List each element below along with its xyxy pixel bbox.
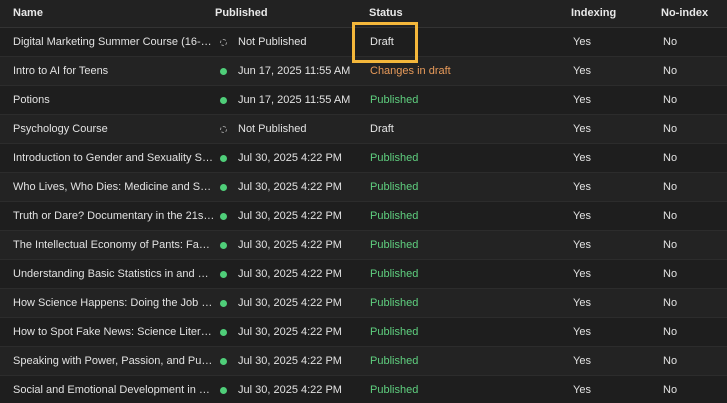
- row-noindex: No: [663, 36, 678, 48]
- publish-status-dot-icon: [220, 387, 227, 394]
- row-published: Jul 30, 2025 4:22 PM: [238, 326, 342, 338]
- table-row[interactable]: How Science Happens: Doing the Job of a …: [0, 289, 727, 318]
- table-row[interactable]: Psychology Course Not Published Draft Ye…: [0, 115, 727, 144]
- publish-status-dot-icon: [220, 300, 227, 307]
- publish-status-dot-icon: [220, 126, 227, 133]
- publish-status-dot-icon: [220, 39, 227, 46]
- row-name[interactable]: Understanding Basic Statistics in and Ou…: [13, 268, 215, 280]
- row-status: Draft: [370, 36, 394, 48]
- row-name[interactable]: Speaking with Power, Passion, and Purpos…: [13, 355, 215, 367]
- row-indexing: Yes: [573, 94, 591, 106]
- row-noindex: No: [663, 355, 678, 367]
- row-noindex: No: [663, 268, 678, 280]
- row-noindex: No: [663, 384, 678, 396]
- row-status: Published: [370, 152, 419, 164]
- row-name[interactable]: Who Lives, Who Dies: Medicine and Societ…: [13, 181, 215, 193]
- row-published: Not Published: [238, 123, 307, 135]
- row-status: Published: [370, 181, 419, 193]
- table-row[interactable]: Truth or Dare? Documentary in the 21st C…: [0, 202, 727, 231]
- row-indexing: Yes: [573, 239, 591, 251]
- publish-status-dot-icon: [220, 242, 227, 249]
- row-name[interactable]: Intro to AI for Teens: [13, 65, 215, 77]
- publish-status-dot-icon: [220, 68, 227, 75]
- publish-status-dot-icon: [220, 97, 227, 104]
- row-indexing: Yes: [573, 36, 591, 48]
- row-name[interactable]: How Science Happens: Doing the Job of a …: [13, 297, 215, 309]
- row-indexing: Yes: [573, 268, 591, 280]
- row-published: Jul 30, 2025 4:22 PM: [238, 152, 342, 164]
- row-indexing: Yes: [573, 355, 591, 367]
- column-header-name[interactable]: Name: [13, 7, 43, 19]
- row-published: Jul 30, 2025 4:22 PM: [238, 239, 342, 251]
- table-row[interactable]: Introduction to Gender and Sexuality Stu…: [0, 144, 727, 173]
- row-status: Published: [370, 384, 419, 396]
- publish-status-dot-icon: [220, 329, 227, 336]
- publish-status-dot-icon: [220, 184, 227, 191]
- row-indexing: Yes: [573, 326, 591, 338]
- row-status: Changes in draft: [370, 65, 451, 77]
- row-name[interactable]: Potions: [13, 94, 215, 106]
- row-indexing: Yes: [573, 210, 591, 222]
- row-published: Jul 30, 2025 4:22 PM: [238, 384, 342, 396]
- row-published: Jul 30, 2025 4:22 PM: [238, 210, 342, 222]
- row-published: Jul 30, 2025 4:22 PM: [238, 297, 342, 309]
- row-name[interactable]: Truth or Dare? Documentary in the 21st C…: [13, 210, 215, 222]
- row-noindex: No: [663, 152, 678, 164]
- column-header-status[interactable]: Status: [369, 7, 403, 19]
- row-status: Published: [370, 239, 419, 251]
- table-row[interactable]: Understanding Basic Statistics in and Ou…: [0, 260, 727, 289]
- row-status: Published: [370, 355, 419, 367]
- table-row[interactable]: Social and Emotional Development in Chil…: [0, 376, 727, 403]
- row-indexing: Yes: [573, 181, 591, 193]
- row-indexing: Yes: [573, 297, 591, 309]
- publish-status-dot-icon: [220, 213, 227, 220]
- pages-table: Name Published Status Indexing No-index …: [0, 0, 727, 403]
- row-name[interactable]: Digital Marketing Summer Course (16-18 y…: [13, 36, 215, 48]
- row-indexing: Yes: [573, 152, 591, 164]
- column-header-published[interactable]: Published: [215, 7, 268, 19]
- row-published: Jul 30, 2025 4:22 PM: [238, 181, 342, 193]
- row-status: Published: [370, 210, 419, 222]
- row-noindex: No: [663, 239, 678, 251]
- row-published: Not Published: [238, 36, 307, 48]
- table-row[interactable]: Who Lives, Who Dies: Medicine and Societ…: [0, 173, 727, 202]
- row-noindex: No: [663, 65, 678, 77]
- row-status: Published: [370, 297, 419, 309]
- row-name[interactable]: Psychology Course: [13, 123, 215, 135]
- column-header-indexing[interactable]: Indexing: [571, 7, 616, 19]
- table-row[interactable]: Digital Marketing Summer Course (16-18 y…: [0, 28, 727, 57]
- row-noindex: No: [663, 326, 678, 338]
- table-row[interactable]: Intro to AI for Teens Jun 17, 2025 11:55…: [0, 57, 727, 86]
- row-status: Published: [370, 326, 419, 338]
- table-row[interactable]: Potions Jun 17, 2025 11:55 AM Published …: [0, 86, 727, 115]
- row-noindex: No: [663, 297, 678, 309]
- row-noindex: No: [663, 181, 678, 193]
- table-row[interactable]: Speaking with Power, Passion, and Purpos…: [0, 347, 727, 376]
- table-body: Digital Marketing Summer Course (16-18 y…: [0, 28, 727, 403]
- publish-status-dot-icon: [220, 358, 227, 365]
- row-published: Jul 30, 2025 4:22 PM: [238, 268, 342, 280]
- row-name[interactable]: How to Spot Fake News: Science Literacy: [13, 326, 215, 338]
- row-status: Published: [370, 268, 419, 280]
- row-name[interactable]: Social and Emotional Development in Chil…: [13, 384, 215, 396]
- table-row[interactable]: How to Spot Fake News: Science Literacy …: [0, 318, 727, 347]
- column-header-noindex[interactable]: No-index: [661, 7, 708, 19]
- row-indexing: Yes: [573, 123, 591, 135]
- row-name[interactable]: Introduction to Gender and Sexuality Stu…: [13, 152, 215, 164]
- row-status: Published: [370, 94, 419, 106]
- row-indexing: Yes: [573, 65, 591, 77]
- publish-status-dot-icon: [220, 271, 227, 278]
- row-noindex: No: [663, 210, 678, 222]
- row-noindex: No: [663, 94, 678, 106]
- row-status: Draft: [370, 123, 394, 135]
- row-noindex: No: [663, 123, 678, 135]
- row-published: Jul 30, 2025 4:22 PM: [238, 355, 342, 367]
- table-row[interactable]: The Intellectual Economy of Pants: Fashi…: [0, 231, 727, 260]
- publish-status-dot-icon: [220, 155, 227, 162]
- row-indexing: Yes: [573, 384, 591, 396]
- table-header: Name Published Status Indexing No-index: [0, 0, 727, 28]
- row-published: Jun 17, 2025 11:55 AM: [238, 65, 351, 77]
- row-published: Jun 17, 2025 11:55 AM: [238, 94, 351, 106]
- row-name[interactable]: The Intellectual Economy of Pants: Fashi…: [13, 239, 215, 251]
